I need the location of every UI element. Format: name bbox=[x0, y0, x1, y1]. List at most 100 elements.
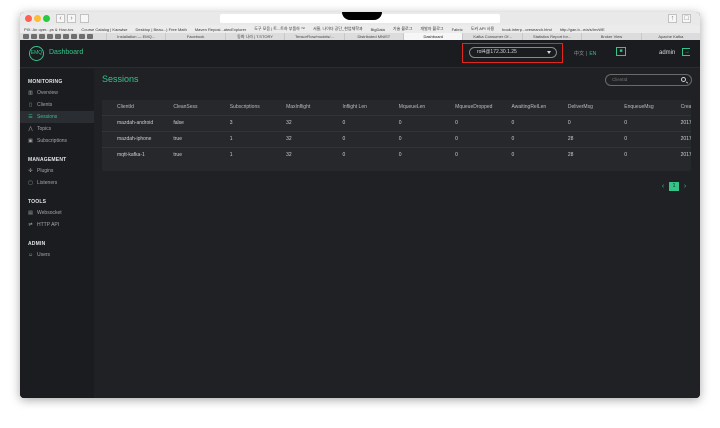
table-row[interactable]: mqtt-kafka-1 true 1 32 0 0 0 0 28 0 2017-12-1 bbox=[102, 147, 691, 163]
sidebar-item-label: HTTP API bbox=[37, 222, 60, 228]
pinned-tab-icon[interactable] bbox=[55, 34, 61, 39]
bookmark-link[interactable]: Desktop | Beau...) Free Math bbox=[136, 27, 187, 32]
sidebar-item-label: Topics bbox=[37, 126, 52, 132]
bookmark-link[interactable]: 도커 API 사용 bbox=[471, 26, 494, 32]
table-cell: 1 bbox=[229, 152, 233, 159]
table-cell: 0 bbox=[624, 152, 628, 159]
column-header[interactable]: CreatedAt bbox=[665, 100, 691, 116]
browser-tab[interactable]: TensorFlow/models/... bbox=[284, 33, 343, 40]
table-cell: 2017-12-1 bbox=[680, 152, 691, 159]
browser-tab[interactable]: Distributed MNIST bbox=[343, 33, 403, 40]
pinned-tab-icon[interactable] bbox=[87, 34, 93, 39]
next-page-button[interactable]: › bbox=[682, 183, 688, 190]
sidebar-item-clients[interactable]: ▯ Clients bbox=[20, 99, 94, 111]
browser-tab[interactable]: Kafka Consumer Of... bbox=[462, 33, 521, 40]
browser-tab[interactable]: Dashboard bbox=[403, 33, 463, 40]
listener-icon: ▢ bbox=[28, 180, 33, 186]
column-header[interactable]: Inflight Len bbox=[327, 100, 384, 116]
notification-icon[interactable]: ■ bbox=[616, 47, 626, 56]
table-cell: 32 bbox=[286, 152, 292, 159]
sidebar-item-overview[interactable]: ▥ Overview bbox=[20, 87, 94, 99]
browser-tab[interactable]: Facebook bbox=[165, 33, 224, 40]
bookmark-link[interactable]: 서울, 나이더 공단_현업체학과 bbox=[313, 26, 363, 32]
table-header-row: ClientId CleanSess Subscriptions MaxInfligh… bbox=[102, 100, 691, 116]
sidebar-item-users[interactable]: ☺ Users bbox=[20, 249, 94, 261]
pinned-tab-icon[interactable] bbox=[79, 34, 85, 39]
browser-tab[interactable]: Broker View bbox=[581, 33, 640, 40]
sidebar-item-websocket[interactable]: ▤ Websocket bbox=[20, 207, 94, 219]
table-cell: 0 bbox=[609, 115, 666, 132]
top-navigation: EMQ Dashboard rol4@172.30.1.25 中文 | EN ■ a… bbox=[20, 40, 700, 68]
bookmark-link[interactable]: Maven Reposi...atecExplorer bbox=[195, 27, 246, 32]
sidebar-item-label: Clients bbox=[37, 102, 53, 108]
browser-tab[interactable]: Apache Kafka bbox=[640, 33, 700, 40]
back-icon[interactable]: ‹ bbox=[56, 14, 65, 23]
column-header[interactable]: AwaitingRelLen bbox=[496, 100, 553, 116]
pinned-tab-icon[interactable] bbox=[47, 34, 53, 39]
minimize-window-button[interactable] bbox=[34, 15, 41, 22]
table-cell: 0 bbox=[455, 152, 458, 159]
bookmark-link[interactable]: BigData bbox=[371, 27, 385, 32]
column-header[interactable]: CleanSess bbox=[158, 100, 215, 116]
browser-tab[interactable]: Statistics Report for... bbox=[521, 33, 581, 40]
sidebar-item-label: Users bbox=[37, 252, 51, 258]
column-header[interactable]: Subscriptions bbox=[214, 100, 272, 116]
sidebar-item-http-api[interactable]: ⇌ HTTP API bbox=[20, 219, 94, 231]
lang-en-link[interactable]: EN bbox=[589, 51, 596, 57]
bookmark-link[interactable]: PIX: An oper...ps & How-tos bbox=[24, 27, 73, 32]
user-icon: ☺ bbox=[28, 252, 34, 258]
column-header[interactable]: EnqueueMsg bbox=[609, 100, 666, 116]
bookmark-link[interactable]: 도구 모음 | 트...트하 부품하 ™ bbox=[254, 26, 305, 32]
lang-zh-link[interactable]: 中文 bbox=[574, 51, 584, 57]
chart-icon: ▥ bbox=[28, 90, 33, 96]
maximize-window-button[interactable] bbox=[43, 15, 50, 22]
column-header[interactable]: MqueueLen bbox=[383, 100, 441, 116]
browser-tab-strip: Installation — EMQ... Facebook 동화 나라 | T.S… bbox=[20, 33, 700, 40]
sidebar-toggle-icon[interactable] bbox=[80, 14, 89, 23]
table-cell: 0 bbox=[511, 152, 515, 159]
pinned-tab-icon[interactable] bbox=[23, 34, 29, 39]
pinned-tab-icon[interactable] bbox=[39, 34, 45, 39]
table-cell: true bbox=[173, 152, 182, 159]
browser-window: ‹ › ↑ □ PIX: An oper...ps & How-tos Cours… bbox=[20, 12, 700, 398]
table-row[interactable]: mazdah-iphonetrue13200002802017-12-1 bbox=[102, 131, 691, 148]
bookmark-link[interactable]: book.interp...oresearch.html bbox=[502, 27, 552, 32]
column-header[interactable]: MqueueDropped bbox=[440, 100, 497, 116]
search-icon[interactable] bbox=[681, 77, 686, 82]
browser-tab[interactable]: Installation — EMQ... bbox=[106, 33, 165, 40]
logo-text[interactable]: Dashboard bbox=[49, 49, 83, 56]
sidebar-item-plugins[interactable]: ✣ Plugins bbox=[20, 165, 94, 177]
bookmark-link[interactable]: Fabric bbox=[452, 27, 463, 32]
sidebar-item-subscriptions[interactable]: ▣ Subscriptions bbox=[20, 135, 94, 147]
bookmark-link[interactable]: 개발자 블로그 bbox=[420, 26, 443, 32]
bookmark-link[interactable]: http://gan.b...e/a/s/InvWE bbox=[560, 27, 605, 32]
user-name[interactable]: admin bbox=[659, 50, 675, 56]
column-header[interactable]: ClientId bbox=[102, 100, 159, 116]
pinned-tab-icon[interactable] bbox=[31, 34, 37, 39]
close-window-button[interactable] bbox=[25, 15, 32, 22]
table-cell: mazdah-iphone bbox=[102, 131, 159, 148]
table-row[interactable]: mazdah-androidfalse3320000002017-12-1 bbox=[102, 115, 691, 132]
page-title: Sessions bbox=[102, 74, 139, 84]
sidebar-group: ADMIN ☺ Users bbox=[20, 239, 94, 261]
pinned-tab-icon[interactable] bbox=[63, 34, 69, 39]
tabs-overview-icon[interactable]: □ bbox=[682, 14, 691, 23]
prev-page-button[interactable]: ‹ bbox=[660, 183, 666, 190]
bookmark-link[interactable]: Course Catalog | Kaowise bbox=[81, 27, 127, 32]
emq-dashboard-app: EMQ Dashboard rol4@172.30.1.25 中文 | EN ■ a… bbox=[20, 40, 700, 398]
sidebar-item-sessions[interactable]: ☰ Sessions bbox=[20, 111, 94, 123]
logout-icon[interactable]: → bbox=[682, 48, 690, 56]
search-input[interactable]: ClientId bbox=[605, 74, 692, 86]
page-number-current[interactable]: 1 bbox=[669, 182, 679, 191]
forward-icon[interactable]: › bbox=[67, 14, 76, 23]
column-header[interactable]: DeliverMsg bbox=[552, 100, 610, 116]
bookmark-link[interactable]: 기술 블로그 bbox=[393, 26, 413, 32]
sidebar-item-listeners[interactable]: ▢ Listeners bbox=[20, 177, 94, 189]
pinned-tab-icon[interactable] bbox=[71, 34, 77, 39]
share-icon[interactable]: ↑ bbox=[668, 14, 677, 23]
browser-tab[interactable]: 동화 나라 | T.STORY bbox=[224, 33, 284, 40]
sidebar-group: MONITORING ▥ Overview ▯ Clients ☰ Sessions ⋀ Top… bbox=[20, 77, 94, 147]
list-icon: ☰ bbox=[28, 114, 33, 120]
column-header[interactable]: MaxInflight bbox=[271, 100, 328, 116]
sidebar-item-topics[interactable]: ⋀ Topics bbox=[20, 123, 94, 135]
